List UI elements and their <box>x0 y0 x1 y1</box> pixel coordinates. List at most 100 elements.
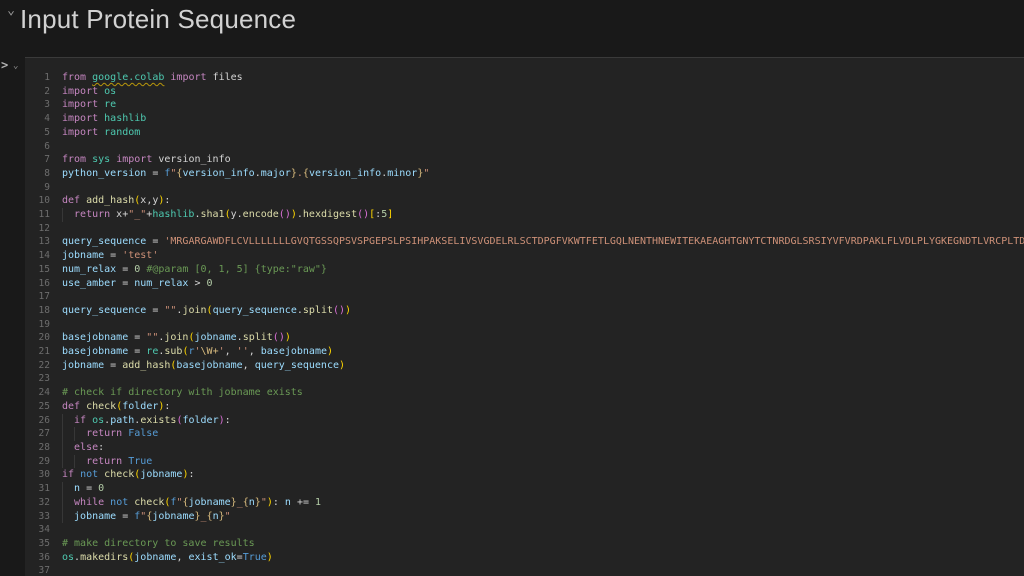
indent-guide <box>74 455 86 469</box>
code-line[interactable]: 7 from sys import version_info <box>25 153 1024 167</box>
indent-guide <box>62 455 74 469</box>
code-line[interactable]: 18 query_sequence = "".join(query_sequenc… <box>25 304 1024 318</box>
code-line[interactable]: 4import hashlib <box>25 112 1024 126</box>
code-line[interactable]: 11return x+"_"+hashlib.sha1(y.encode()).… <box>25 208 1024 222</box>
line-number: 35 <box>25 537 50 551</box>
code-text: query_sequence = "".join(query_sequence.… <box>62 304 351 318</box>
line-number: 9 <box>25 181 50 195</box>
code-line[interactable]: 37 <box>25 564 1024 576</box>
indent-guide <box>62 427 74 441</box>
indent-guide <box>74 427 86 441</box>
line-number: 8 <box>25 167 50 181</box>
code-line[interactable]: 15 num_relax = 0 #@param [0, 1, 5] {type:… <box>25 263 1024 277</box>
code-text: # check if directory with jobname exists <box>62 386 303 400</box>
code-line[interactable]: 9 <box>25 181 1024 195</box>
code-text: else: <box>62 441 104 455</box>
code-line[interactable]: 8 python_version = f"{version_info.major}… <box>25 167 1024 181</box>
code-line[interactable]: 3 import re <box>25 98 1024 112</box>
section-collapse-icon[interactable]: ⌄ <box>3 3 19 19</box>
code-line[interactable]: 6 <box>25 140 1024 154</box>
code-line[interactable]: 5import random <box>25 126 1024 140</box>
line-number: 10 <box>25 194 50 208</box>
line-number: 16 <box>25 277 50 291</box>
code-editor[interactable]: 1from google.colab import files2 import o… <box>25 71 1024 576</box>
code-text: if os.path.exists(folder): <box>62 414 231 428</box>
code-text: basejobname = "".join(jobname.split()) <box>62 331 291 345</box>
code-line[interactable]: 1from google.colab import files <box>25 71 1024 85</box>
line-number: 27 <box>25 427 50 441</box>
line-number: 2 <box>25 85 50 99</box>
line-number: 13 <box>25 235 50 249</box>
code-line[interactable]: 2 import os <box>25 85 1024 99</box>
code-text: python_version = f"{version_info.major}.… <box>62 167 429 181</box>
line-number: 7 <box>25 153 50 167</box>
code-text: # make directory to save results <box>62 537 255 551</box>
code-line[interactable]: 32 while not check(f"{jobname}_{n}"): n +… <box>25 496 1024 510</box>
code-line[interactable]: 28else: <box>25 441 1024 455</box>
line-number: 23 <box>25 372 50 386</box>
line-number: 21 <box>25 345 50 359</box>
code-text: if not check(jobname): <box>62 468 195 482</box>
section-title: Input Protein Sequence <box>20 4 296 35</box>
code-text: jobname = add_hash(basejobname, query_se… <box>62 359 345 373</box>
line-number: 1 <box>25 71 50 85</box>
code-line[interactable]: 17 <box>25 290 1024 304</box>
code-line[interactable]: 33 jobname = f"{jobname}_{n}" <box>25 510 1024 524</box>
code-text: os.makedirs(jobname, exist_ok=True) <box>62 551 273 565</box>
line-number: 19 <box>25 318 50 332</box>
line-number: 29 <box>25 455 50 469</box>
code-line[interactable]: 16use_amber = num_relax > 0 <box>25 277 1024 291</box>
code-line[interactable]: 31 n = 0 <box>25 482 1024 496</box>
code-line[interactable]: 25def check(folder): <box>25 400 1024 414</box>
line-number: 22 <box>25 359 50 373</box>
line-number: 3 <box>25 98 50 112</box>
line-number: 11 <box>25 208 50 222</box>
code-line[interactable]: 35 # make directory to save results <box>25 537 1024 551</box>
line-number: 17 <box>25 290 50 304</box>
code-line[interactable]: 22 jobname = add_hash(basejobname, query_… <box>25 359 1024 373</box>
cell-menu-icon[interactable]: ⌄ <box>13 60 23 72</box>
line-number: 15 <box>25 263 50 277</box>
code-line[interactable]: 34 <box>25 523 1024 537</box>
code-line[interactable]: 10def add_hash(x,y): <box>25 194 1024 208</box>
code-text: query_sequence = 'MRGARGAWDFLCVLLLLLLLGV… <box>62 235 1024 249</box>
code-line[interactable]: 24 # check if directory with jobname exis… <box>25 386 1024 400</box>
line-number: 32 <box>25 496 50 510</box>
line-number: 24 <box>25 386 50 400</box>
code-line[interactable]: 26 if os.path.exists(folder): <box>25 414 1024 428</box>
code-line[interactable]: 29 return True <box>25 455 1024 469</box>
line-number: 20 <box>25 331 50 345</box>
indent-guide <box>62 414 74 428</box>
code-text: n = 0 <box>62 482 104 496</box>
code-line[interactable]: 30if not check(jobname): <box>25 468 1024 482</box>
code-text: import os <box>62 85 116 99</box>
indent-guide <box>62 208 74 222</box>
code-line[interactable]: 21 basejobname = re.sub(r'\W+', '', basej… <box>25 345 1024 359</box>
code-text: num_relax = 0 #@param [0, 1, 5] {type:"r… <box>62 263 327 277</box>
code-text: return True <box>62 455 152 469</box>
line-number: 18 <box>25 304 50 318</box>
code-line[interactable]: 27return False <box>25 427 1024 441</box>
code-text: import random <box>62 126 140 140</box>
code-line[interactable]: 14jobname = 'test' <box>25 249 1024 263</box>
line-number: 33 <box>25 510 50 524</box>
code-line[interactable]: 19 <box>25 318 1024 332</box>
code-text: jobname = 'test' <box>62 249 158 263</box>
line-number: 26 <box>25 414 50 428</box>
line-number: 34 <box>25 523 50 537</box>
code-line[interactable]: 13 query_sequence = 'MRGARGAWDFLCVLLLLLLL… <box>25 235 1024 249</box>
code-line[interactable]: 20 basejobname = "".join(jobname.split()) <box>25 331 1024 345</box>
cell-expand-icon[interactable]: > <box>1 58 13 72</box>
line-number: 4 <box>25 112 50 126</box>
code-line[interactable]: 12 <box>25 222 1024 236</box>
code-text: jobname = f"{jobname}_{n}" <box>62 510 231 524</box>
code-line[interactable]: 36os.makedirs(jobname, exist_ok=True) <box>25 551 1024 565</box>
code-text: import re <box>62 98 116 112</box>
code-text: while not check(f"{jobname}_{n}"): n += … <box>62 496 321 510</box>
code-text: from sys import version_info <box>62 153 231 167</box>
line-number: 37 <box>25 564 50 576</box>
code-text: basejobname = re.sub(r'\W+', '', basejob… <box>62 345 333 359</box>
line-number: 31 <box>25 482 50 496</box>
code-line[interactable]: 23 <box>25 372 1024 386</box>
indent-guide <box>62 496 74 510</box>
